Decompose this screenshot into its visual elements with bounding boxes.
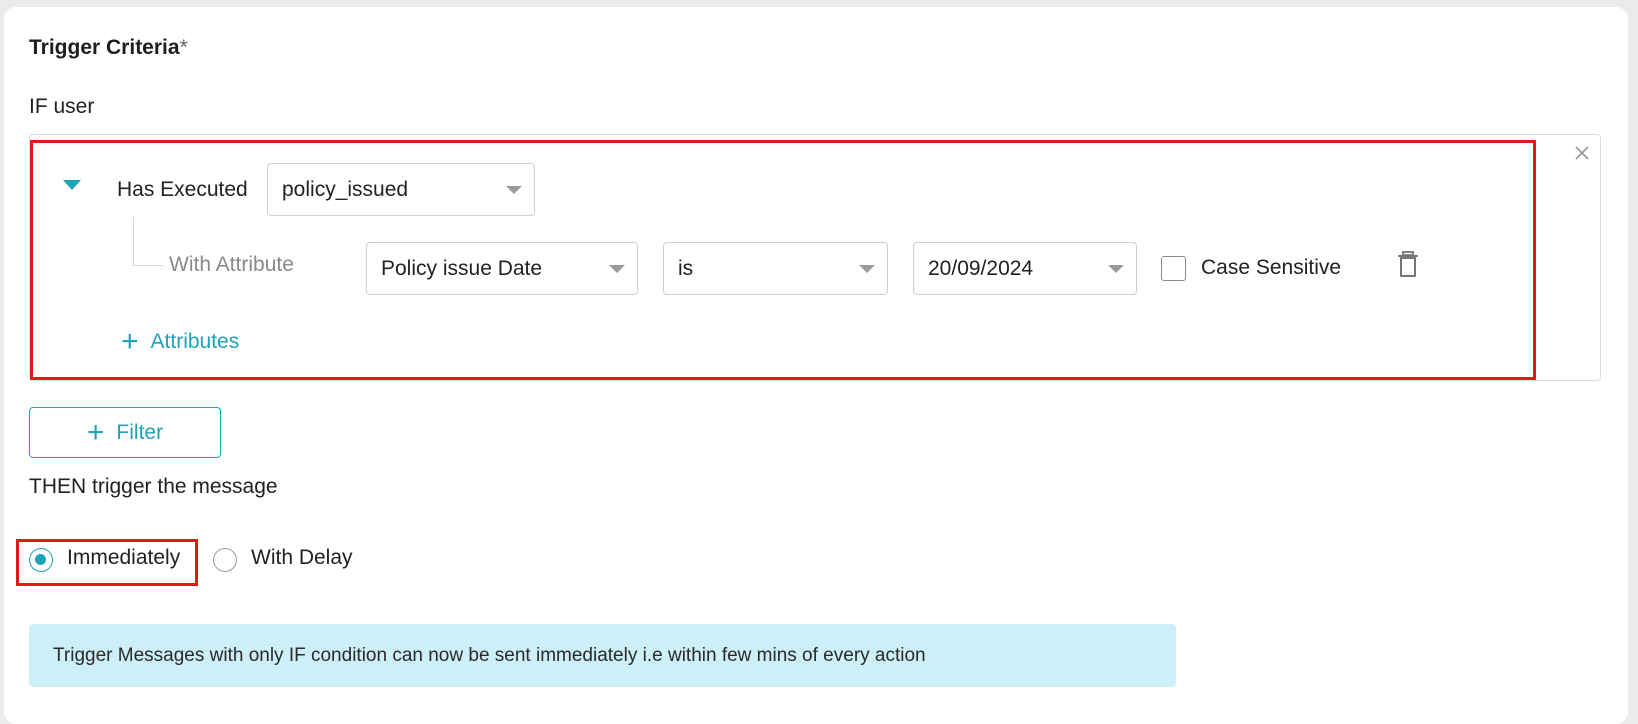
close-icon[interactable]	[1571, 142, 1593, 164]
case-sensitive-label: Case Sensitive	[1201, 256, 1342, 279]
caret-down-icon[interactable]	[63, 180, 81, 190]
chevron-down-icon	[1108, 264, 1124, 273]
filter-button-label: Filter	[116, 420, 164, 444]
info-message: Trigger Messages with only IF condition …	[53, 644, 926, 666]
operator-select[interactable]: is	[663, 242, 888, 295]
immediately-radio[interactable]	[29, 548, 53, 572]
chevron-down-icon	[609, 264, 625, 273]
plus-icon: +	[121, 325, 139, 358]
attribute-select[interactable]: Policy issue Date	[366, 242, 638, 295]
has-executed-label: Has Executed	[117, 178, 248, 201]
info-banner: Trigger Messages with only IF condition …	[29, 624, 1176, 687]
tree-connector	[133, 217, 134, 265]
section-title: Trigger Criteria*	[29, 36, 188, 59]
date-select-value: 20/09/2024	[928, 256, 1034, 280]
then-label: THEN trigger the message	[29, 475, 278, 498]
with-attribute-label: With Attribute	[169, 253, 294, 276]
with-delay-label[interactable]: With Delay	[251, 546, 353, 570]
attribute-select-value: Policy issue Date	[381, 256, 543, 280]
required-marker: *	[179, 36, 188, 59]
case-sensitive-checkbox[interactable]	[1161, 256, 1186, 281]
date-select[interactable]: 20/09/2024	[913, 242, 1137, 295]
event-select[interactable]: policy_issued	[267, 163, 535, 216]
add-attributes-label: Attributes	[150, 330, 240, 353]
add-filter-button[interactable]: + Filter	[29, 407, 221, 458]
with-delay-radio[interactable]	[213, 548, 237, 572]
plus-icon: +	[86, 415, 105, 449]
trash-icon[interactable]	[1397, 251, 1419, 278]
chevron-down-icon	[506, 185, 522, 194]
if-user-label: IF user	[29, 95, 95, 118]
operator-select-value: is	[678, 256, 694, 280]
event-select-value: policy_issued	[282, 177, 409, 201]
tree-connector	[133, 265, 163, 266]
chevron-down-icon	[859, 264, 875, 273]
immediately-label[interactable]: Immediately	[67, 546, 180, 570]
add-attributes-button[interactable]: + Attributes	[121, 325, 240, 358]
